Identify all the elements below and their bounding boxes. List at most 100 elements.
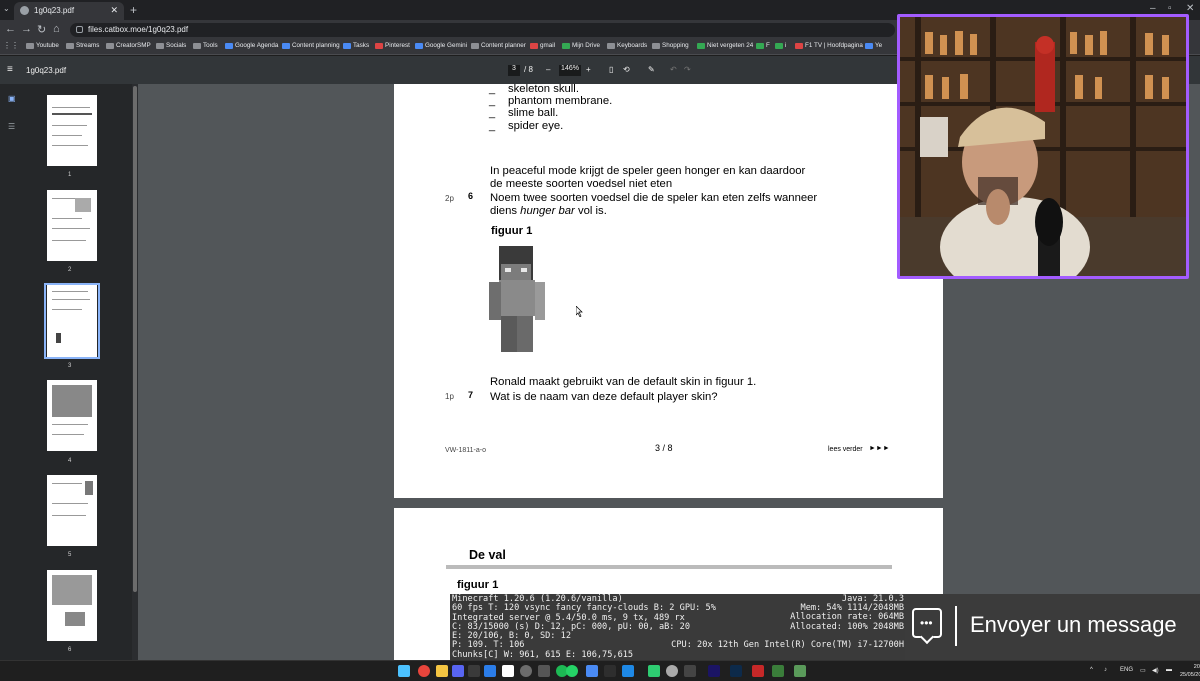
minimize-icon[interactable]: – [1150,3,1156,14]
bookmark-google-agenda[interactable]: Google Agenda [225,42,278,49]
bookmark-shopping[interactable]: Shopping [652,42,689,49]
start-icon[interactable] [398,665,410,677]
page-thumbnail-5[interactable] [47,475,97,546]
pdf-page-3: _ skeleton skull. _ phantom membrane. _ … [394,83,943,498]
bookmark-f1-tv[interactable]: F1 TV | Hoofdpagina [795,42,863,49]
notion-icon[interactable] [502,665,514,677]
sidebar-tabs: ▣ ☰ [0,84,24,660]
zoom-input[interactable]: 146% [559,65,581,76]
menu-icon[interactable]: ≡ [7,64,13,75]
home-icon[interactable]: ⌂ [53,23,60,35]
thumbnail-number: 3 [68,363,72,369]
app-icon[interactable] [752,665,764,677]
bookmark-socials[interactable]: Socials [156,42,186,49]
bullet-mark: _ [489,83,496,95]
photoshop-icon[interactable] [730,665,742,677]
browser-tab[interactable]: 1g0q23.pdf ✕ [14,2,124,20]
bookmark-tasks[interactable]: Tasks [343,42,369,49]
clock-date: 25/05/2026 [1180,672,1200,678]
whatsapp-icon[interactable] [566,665,578,677]
bookmark-tools[interactable]: Tools [193,42,218,49]
minecraft-debug-screenshot: Minecraft 1.20.6 (1.20.6/vanilla) 60 fps… [450,594,910,660]
rotate-icon[interactable]: ⟲ [623,65,630,74]
bookmark-gmail[interactable]: gmail [530,42,555,49]
pdf-page-4: De val figuur 1 Minecraft 1.20.6 (1.20.6… [394,508,943,660]
zoom-in-icon[interactable]: + [586,65,591,74]
app-icon[interactable] [648,665,660,677]
microphone-icon[interactable]: ♪ [1104,667,1107,673]
obs-icon[interactable] [520,665,532,677]
bookmark-content-planner[interactable]: Content planner [471,42,526,49]
page-thumbnail-1[interactable] [47,95,97,166]
app-icon[interactable] [484,665,496,677]
back-icon[interactable]: ← [5,23,16,35]
bookmark-i[interactable]: i [775,42,786,49]
question-intro: Ronald maakt gebruikt van de default ski… [490,376,757,388]
app-icon[interactable] [604,665,616,677]
network-icon[interactable]: ▭ [1140,667,1146,674]
discord-icon[interactable] [452,665,464,677]
app-icon[interactable] [538,665,550,677]
question-text: Noem twee soorten voedsel die de speler … [490,192,818,204]
app-icon[interactable] [666,665,678,677]
figure-label: figuur 1 [457,579,499,591]
bookmark-keyboards[interactable]: Keyboards [607,42,647,49]
mouse-cursor-icon [576,306,583,317]
bookmark-google-gemini[interactable]: Google Gemini [415,42,467,49]
language-indicator[interactable]: ENG [1120,667,1133,673]
bullet-mark: _ [489,95,496,107]
bookmark-content-planning[interactable]: Content planning [282,42,340,49]
option-text: phantom membrane. [508,95,613,107]
maximize-icon[interactable]: ▫ [1168,3,1172,14]
apps-icon[interactable]: ⋮⋮ [3,41,19,50]
thumbnail-number: 4 [68,458,72,464]
url-text: files.catbox.moe/1g0q23.pdf [88,25,189,34]
bookmark-f[interactable]: F [756,42,770,49]
bookmark-creatorsmp[interactable]: CreatorSMP [106,42,151,49]
system-clock[interactable]: 20:28 25/05/2026 [1180,663,1200,679]
tray-chevron-icon[interactable]: ^ [1090,667,1093,673]
forward-icon[interactable]: → [21,23,32,35]
reload-icon[interactable]: ↻ [37,23,46,36]
app-icon[interactable] [468,665,480,677]
close-tab-icon[interactable]: ✕ [110,5,118,16]
app-icon[interactable] [586,665,598,677]
thumbnails-icon[interactable]: ▣ [8,94,16,103]
new-tab-icon[interactable]: + [130,3,137,17]
redo-icon[interactable]: ↷ [684,65,691,74]
thumbnail-number: 1 [68,172,72,178]
fit-page-icon[interactable]: ▯ [609,65,613,74]
tab-search-icon[interactable]: ⌄ [3,4,10,13]
bookmark-ye[interactable]: Ye [865,42,882,49]
app-icon[interactable] [684,665,696,677]
bookmark-mijn-drive[interactable]: Mijn Drive [562,42,600,49]
bookmark-pinterest[interactable]: Pinterest [375,42,410,49]
bookmark-youtube[interactable]: Youtube [26,42,59,49]
bookmark-streams[interactable]: Streams [66,42,99,49]
bookmark-niet-vergeten[interactable]: Niet vergeten 24 [697,42,753,49]
app-icon[interactable] [622,665,634,677]
outline-icon[interactable]: ☰ [8,122,15,131]
total-pages: / 8 [524,65,533,74]
page-thumbnail-6[interactable] [47,570,97,641]
chat-message-input[interactable]: Envoyer un message [970,612,1177,638]
battery-icon[interactable]: ▬ [1166,667,1172,673]
minecraft-icon[interactable] [772,665,784,677]
url-field[interactable]: files.catbox.moe/1g0q23.pdf [70,23,895,37]
page-thumbnail-2[interactable] [47,190,97,261]
site-info-icon[interactable] [76,26,83,33]
undo-icon[interactable]: ↶ [670,65,677,74]
question-text: Wat is de naam van deze default player s… [490,391,718,403]
premiere-icon[interactable] [708,665,720,677]
page-thumbnail-4[interactable] [47,380,97,451]
volume-icon[interactable]: ◀) [1152,667,1159,674]
question-text: diens hunger bar vol is. [490,205,607,217]
file-explorer-icon[interactable] [436,665,448,677]
page-number-input[interactable]: 3 [508,65,520,76]
chrome-icon[interactable] [418,665,430,677]
close-window-icon[interactable]: ✕ [1186,3,1194,14]
zoom-out-icon[interactable]: – [546,65,550,74]
minecraft-launcher-icon[interactable] [794,665,806,677]
thumbnail-number: 6 [68,647,72,653]
annotate-icon[interactable]: ✎ [648,65,655,74]
